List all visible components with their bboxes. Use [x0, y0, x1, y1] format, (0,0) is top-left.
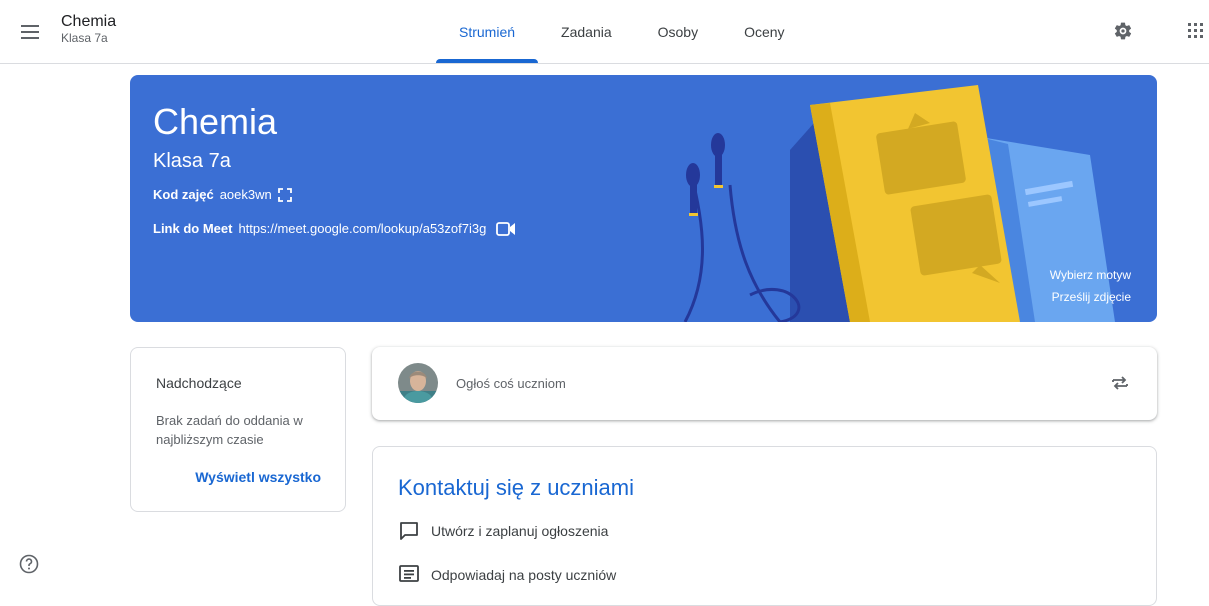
- banner-class-section: Klasa 7a: [153, 150, 231, 172]
- contact-students-card: Kontaktuj się z uczniami Utwórz i zaplan…: [372, 446, 1157, 606]
- class-banner: Chemia Klasa 7a Kod zajęć aoek3wn Link d…: [130, 75, 1157, 322]
- upcoming-heading: Nadchodzące: [156, 375, 242, 391]
- select-theme-link[interactable]: Wybierz motyw: [1050, 268, 1131, 282]
- top-app-bar: Chemia Klasa 7a Strumień Zadania Osoby O…: [0, 0, 1209, 64]
- class-name[interactable]: Chemia: [61, 12, 116, 31]
- meet-link-row: Link do Meet https://meet.google.com/loo…: [153, 221, 516, 236]
- class-code-label: Kod zajęć: [153, 187, 214, 202]
- apps-grid-icon: [1188, 23, 1203, 38]
- upload-photo-link[interactable]: Prześlij zdjęcie: [1052, 290, 1131, 304]
- contact-item-label: Utwórz i zaplanuj ogłoszenia: [431, 523, 609, 539]
- announce-box[interactable]: Ogłoś coś uczniom: [372, 347, 1157, 420]
- repeat-icon: [1112, 376, 1128, 390]
- video-camera-icon: [496, 221, 516, 236]
- tab-grades[interactable]: Oceny: [721, 0, 807, 63]
- meet-link-url[interactable]: https://meet.google.com/lookup/a53zof7i3…: [238, 221, 486, 236]
- class-code-row: Kod zajęć aoek3wn: [153, 187, 292, 202]
- banner-class-title: Chemia: [153, 101, 278, 142]
- tab-stream[interactable]: Strumień: [436, 0, 539, 63]
- fullscreen-icon: [277, 187, 292, 202]
- upcoming-empty-text: Brak zadań do oddania w najbliższym czas…: [156, 413, 303, 447]
- class-code-value: aoek3wn: [219, 187, 272, 202]
- list-item: Utwórz i zaplanuj ogłoszenia: [399, 521, 608, 541]
- list-item: Odpowiadaj na posty uczniów: [399, 565, 616, 585]
- help-button[interactable]: [18, 553, 40, 575]
- class-title[interactable]: Chemia Klasa 7a: [61, 12, 116, 46]
- announce-placeholder: Ogłoś coś uczniom: [456, 376, 566, 391]
- meet-link-label: Link do Meet: [153, 221, 233, 236]
- message-list-icon: [399, 565, 419, 582]
- google-apps-button[interactable]: [1183, 16, 1209, 46]
- contact-item-label: Odpowiadaj na posty uczniów: [431, 567, 617, 583]
- upcoming-card: Nadchodzące Brak zadań do oddania w najb…: [130, 347, 346, 512]
- hamburger-menu-icon: [21, 25, 39, 39]
- view-all-link[interactable]: Wyświetl wszystko: [195, 469, 321, 485]
- class-section: Klasa 7a: [61, 31, 108, 45]
- class-settings-button[interactable]: [1108, 16, 1138, 46]
- class-tabs: Strumień Zadania Osoby Oceny: [436, 0, 808, 63]
- avatar: [398, 363, 438, 403]
- main-menu-button[interactable]: [14, 16, 46, 48]
- contact-heading: Kontaktuj się z uczniami: [398, 475, 634, 500]
- tab-people[interactable]: Osoby: [635, 0, 721, 63]
- reuse-post-button[interactable]: [1107, 370, 1133, 396]
- chat-bubble-icon: [400, 522, 418, 540]
- gear-icon: [1114, 22, 1132, 40]
- join-meet-button[interactable]: [496, 221, 516, 236]
- help-icon: [19, 554, 39, 574]
- tab-classwork[interactable]: Zadania: [538, 0, 635, 63]
- fullscreen-code-button[interactable]: [277, 187, 292, 202]
